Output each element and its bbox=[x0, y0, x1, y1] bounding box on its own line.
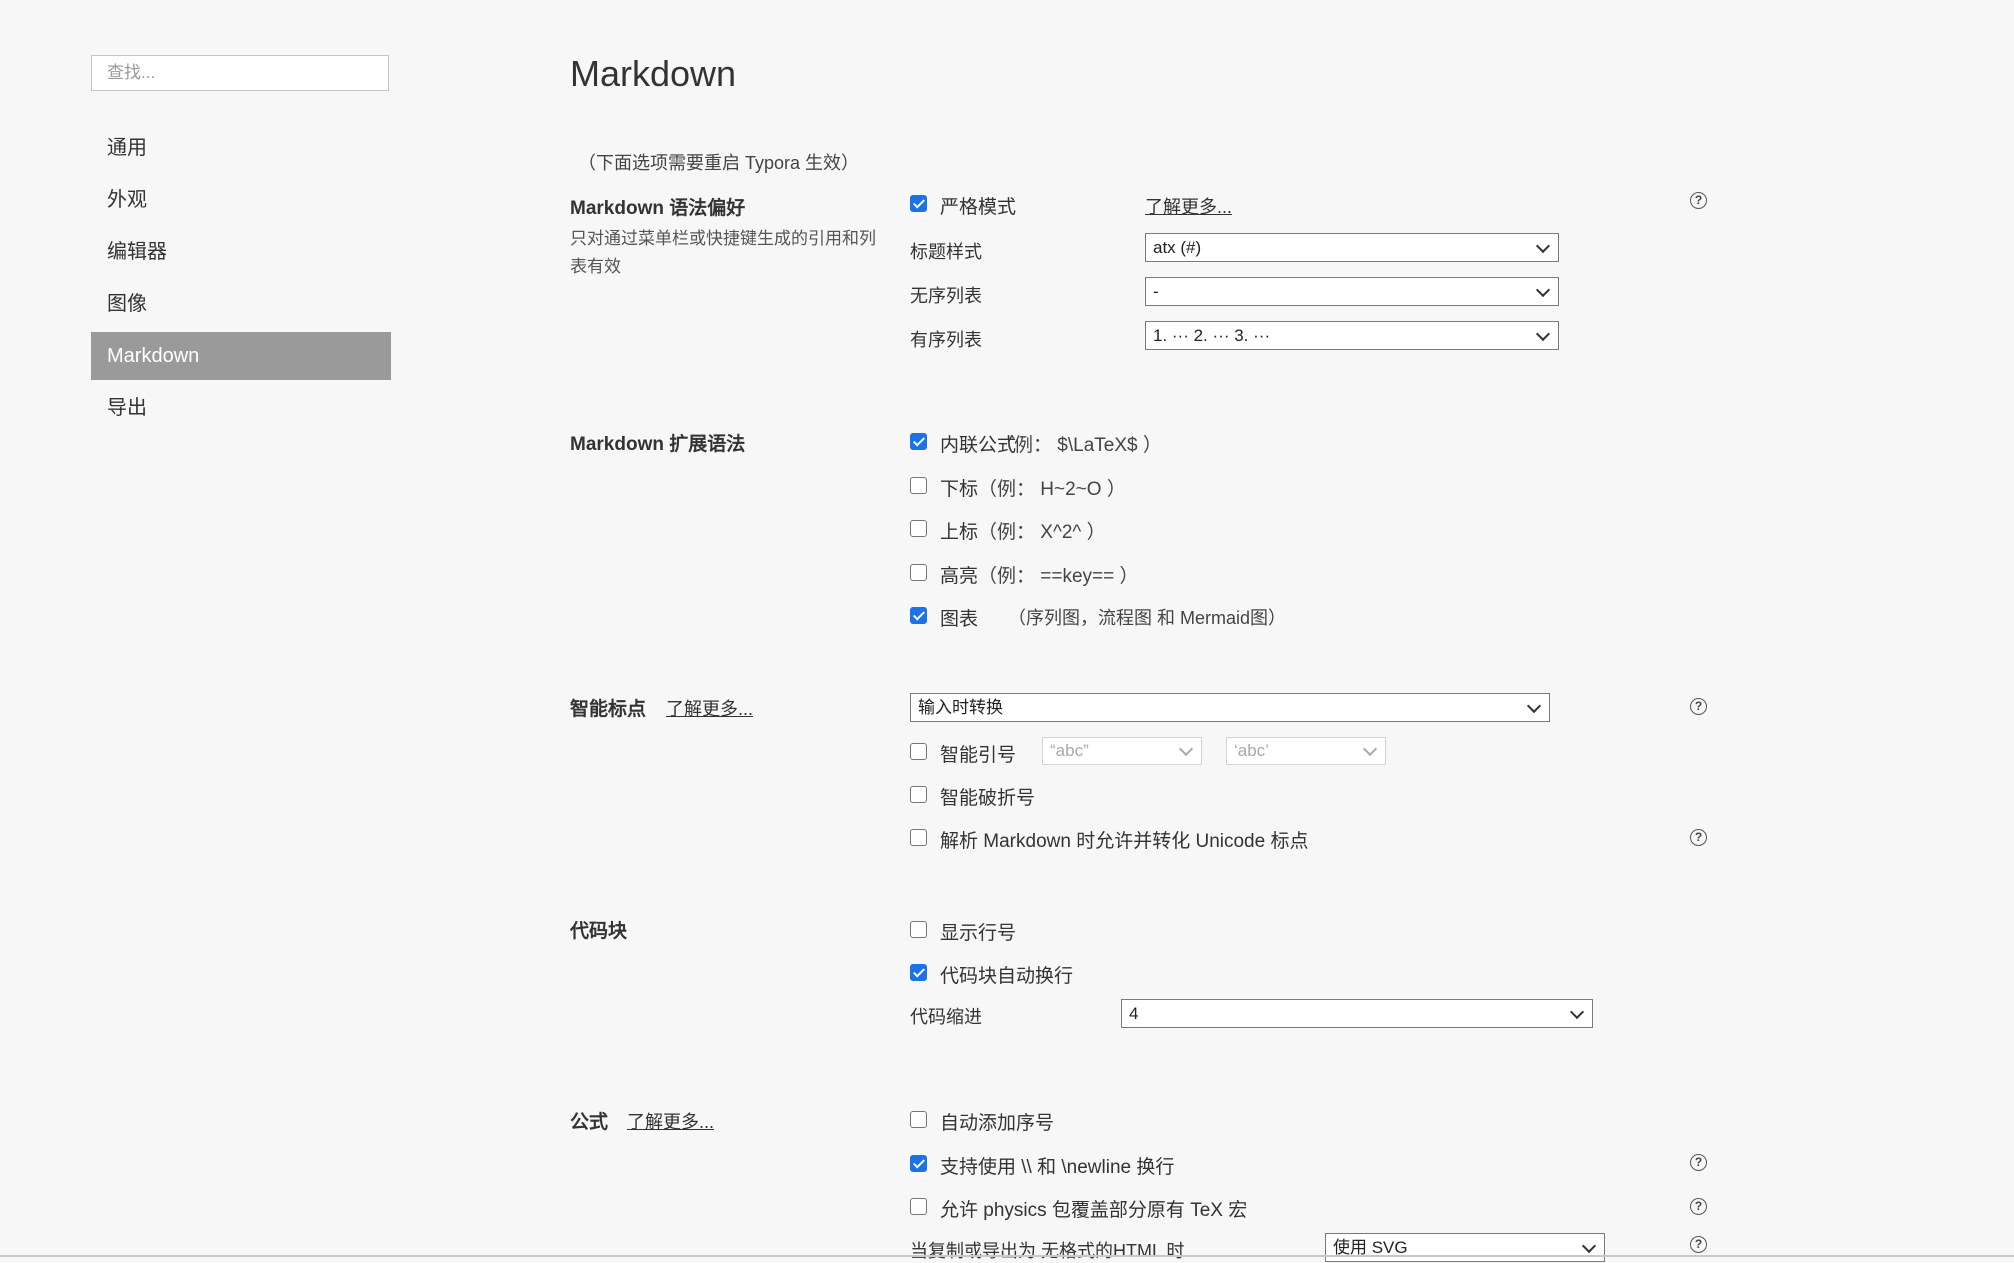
double-quote-style-value: “abc” bbox=[1050, 741, 1089, 760]
chevron-down-icon bbox=[1535, 282, 1551, 297]
inline-math-example: （例： $\LaTeX$ ） bbox=[995, 435, 1162, 456]
subscript-checkbox[interactable] bbox=[910, 477, 927, 494]
chevron-down-icon bbox=[1535, 238, 1551, 253]
code-indent-label: 代码缩进 bbox=[910, 1007, 982, 1027]
inline-math-checkbox[interactable] bbox=[910, 433, 927, 450]
smart-punct-learn-more-link[interactable]: 了解更多... bbox=[666, 695, 753, 721]
smart-quotes-checkbox[interactable] bbox=[910, 743, 927, 760]
help-icon[interactable]: ? bbox=[1690, 698, 1707, 715]
page-title: Markdown bbox=[570, 53, 737, 94]
unicode-punct-label: 解析 Markdown 时允许并转化 Unicode 标点 bbox=[940, 831, 1309, 852]
chevron-down-icon bbox=[1178, 741, 1194, 757]
heading-style-select[interactable]: atx (#) bbox=[1145, 233, 1559, 262]
search-input[interactable] bbox=[91, 55, 389, 91]
help-icon[interactable]: ? bbox=[1690, 829, 1707, 846]
chevron-down-icon bbox=[1526, 698, 1542, 713]
code-wrap-label: 代码块自动换行 bbox=[940, 966, 1074, 987]
code-indent-value: 4 bbox=[1129, 1004, 1139, 1023]
chevron-down-icon bbox=[1581, 1238, 1597, 1253]
subscript-example: （例： H~2~O ） bbox=[978, 479, 1126, 500]
smart-punct-mode-value: 输入时转换 bbox=[918, 698, 1003, 717]
strict-mode-checkbox[interactable] bbox=[910, 195, 927, 212]
double-quote-style-select[interactable]: “abc” bbox=[1042, 737, 1202, 765]
code-wrap-checkbox[interactable] bbox=[910, 964, 927, 981]
sidebar-item-markdown[interactable]: Markdown bbox=[91, 332, 391, 380]
chevron-down-icon bbox=[1535, 326, 1551, 341]
unordered-list-value: - bbox=[1153, 282, 1159, 301]
physics-checkbox[interactable] bbox=[910, 1198, 927, 1215]
single-quote-style-select[interactable]: ‘abc’ bbox=[1226, 737, 1386, 765]
export-math-select[interactable]: 使用 SVG bbox=[1325, 1233, 1605, 1262]
chevron-down-icon bbox=[1569, 1004, 1585, 1019]
physics-label: 允许 physics 包覆盖部分原有 TeX 宏 bbox=[940, 1200, 1248, 1221]
highlight-example: （例： ==key== ） bbox=[978, 566, 1139, 587]
math-title: 公式 bbox=[570, 1112, 609, 1133]
smart-punct-title: 智能标点 bbox=[570, 699, 647, 720]
subscript-label: 下标 bbox=[940, 479, 979, 500]
sidebar-item-image[interactable]: 图像 bbox=[91, 280, 391, 328]
superscript-example: （例： X^2^ ） bbox=[978, 522, 1106, 543]
single-quote-style-value: ‘abc’ bbox=[1234, 741, 1269, 760]
ordered-list-select[interactable]: 1. ··· 2. ··· 3. ··· bbox=[1145, 321, 1559, 350]
diagrams-checkbox[interactable] bbox=[910, 607, 927, 624]
syntax-pref-desc: 只对通过菜单栏或快捷键生成的引用和列表有效 bbox=[570, 229, 876, 276]
help-icon[interactable]: ? bbox=[1690, 1198, 1707, 1215]
smart-quotes-label: 智能引号 bbox=[940, 745, 1017, 766]
line-numbers-label: 显示行号 bbox=[940, 923, 1017, 944]
highlight-checkbox[interactable] bbox=[910, 564, 927, 581]
highlight-label: 高亮 bbox=[940, 566, 979, 587]
smart-dashes-label: 智能破折号 bbox=[940, 788, 1036, 809]
superscript-label: 上标 bbox=[940, 522, 979, 543]
heading-style-value: atx (#) bbox=[1153, 238, 1202, 257]
strict-mode-label: 严格模式 bbox=[940, 197, 1017, 218]
diagrams-label: 图表 bbox=[940, 609, 979, 630]
diagrams-example: （序列图，流程图 和 Mermaid图） bbox=[1008, 608, 1287, 628]
ordered-list-label: 有序列表 bbox=[910, 330, 982, 350]
help-icon[interactable]: ? bbox=[1690, 1236, 1707, 1253]
strict-mode-learn-more-link[interactable]: 了解更多... bbox=[1145, 193, 1232, 219]
auto-number-checkbox[interactable] bbox=[910, 1111, 927, 1128]
unordered-list-label: 无序列表 bbox=[910, 286, 982, 306]
unicode-punct-checkbox[interactable] bbox=[910, 829, 927, 846]
sidebar-item-appearance[interactable]: 外观 bbox=[91, 176, 391, 224]
help-icon[interactable]: ? bbox=[1690, 1154, 1707, 1171]
ordered-list-value: 1. ··· 2. ··· 3. ··· bbox=[1153, 326, 1271, 345]
unordered-list-select[interactable]: - bbox=[1145, 277, 1559, 306]
sidebar-item-export[interactable]: 导出 bbox=[91, 384, 391, 432]
code-indent-select[interactable]: 4 bbox=[1121, 999, 1593, 1028]
chevron-down-icon bbox=[1362, 741, 1378, 757]
extended-syntax-title: Markdown 扩展语法 bbox=[570, 434, 746, 455]
sidebar-item-general[interactable]: 通用 bbox=[91, 124, 391, 172]
heading-style-label: 标题样式 bbox=[910, 242, 982, 262]
syntax-pref-title: Markdown 语法偏好 bbox=[570, 198, 746, 219]
newline-checkbox[interactable] bbox=[910, 1155, 927, 1172]
newline-label: 支持使用 \\ 和 \newline 换行 bbox=[940, 1157, 1175, 1178]
code-block-title: 代码块 bbox=[570, 921, 628, 942]
export-math-label: 当复制或导出为 无格式的HTML 时 bbox=[910, 1241, 1185, 1261]
superscript-checkbox[interactable] bbox=[910, 520, 927, 537]
help-icon[interactable]: ? bbox=[1690, 192, 1707, 209]
line-numbers-checkbox[interactable] bbox=[910, 921, 927, 938]
sidebar-item-editor[interactable]: 编辑器 bbox=[91, 228, 391, 276]
auto-number-label: 自动添加序号 bbox=[940, 1113, 1055, 1134]
smart-punct-mode-select[interactable]: 输入时转换 bbox=[910, 693, 1550, 722]
smart-dashes-checkbox[interactable] bbox=[910, 786, 927, 803]
math-learn-more-link[interactable]: 了解更多... bbox=[627, 1108, 714, 1134]
restart-note: （下面选项需要重启 Typora 生效） bbox=[578, 153, 860, 173]
